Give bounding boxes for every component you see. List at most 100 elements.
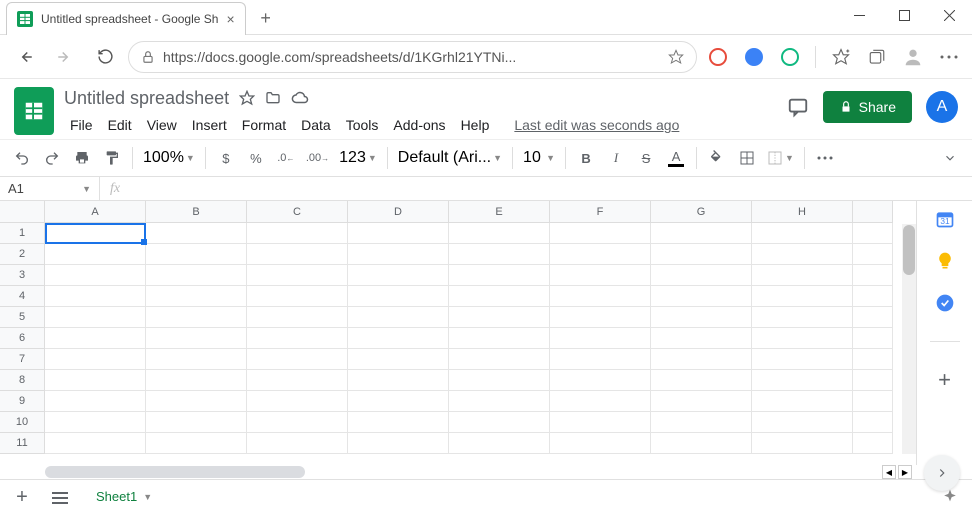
favorite-icon[interactable] [668, 49, 684, 65]
comments-button[interactable] [787, 96, 809, 118]
text-color-button[interactable]: A [662, 144, 690, 172]
cell[interactable] [247, 370, 348, 391]
cell[interactable] [550, 433, 651, 454]
select-all-corner[interactable] [0, 201, 45, 223]
cell[interactable] [853, 391, 893, 412]
side-panel-toggle[interactable] [924, 455, 960, 491]
scroll-right-button[interactable]: ▶ [898, 465, 912, 479]
percent-button[interactable]: % [242, 144, 270, 172]
favorites-button[interactable] [826, 42, 856, 72]
cell[interactable] [146, 370, 247, 391]
nav-forward-button[interactable] [48, 40, 82, 74]
font-size-dropdown[interactable]: 10▼ [519, 149, 559, 167]
bold-button[interactable]: B [572, 144, 600, 172]
account-avatar[interactable]: A [926, 91, 958, 123]
collections-button[interactable] [862, 42, 892, 72]
column-header[interactable]: F [550, 201, 651, 223]
row-header[interactable]: 2 [0, 244, 45, 265]
cell[interactable] [853, 433, 893, 454]
row-header[interactable]: 1 [0, 223, 45, 244]
menu-file[interactable]: File [64, 115, 99, 135]
cell[interactable] [45, 244, 146, 265]
cell[interactable] [550, 412, 651, 433]
cell[interactable] [146, 223, 247, 244]
cell[interactable] [853, 412, 893, 433]
tab-close-icon[interactable]: × [226, 11, 234, 27]
cell[interactable] [348, 370, 449, 391]
menu-addons[interactable]: Add-ons [387, 115, 451, 135]
cell[interactable] [247, 244, 348, 265]
window-maximize-button[interactable] [882, 0, 927, 30]
cell[interactable] [247, 433, 348, 454]
column-header[interactable]: D [348, 201, 449, 223]
cell[interactable] [45, 286, 146, 307]
font-dropdown[interactable]: Default (Ari...▼ [394, 149, 506, 167]
cell[interactable] [651, 265, 752, 286]
row-header[interactable]: 7 [0, 349, 45, 370]
cell[interactable] [247, 286, 348, 307]
redo-button[interactable] [38, 144, 66, 172]
nav-refresh-button[interactable] [88, 40, 122, 74]
cell[interactable] [752, 412, 853, 433]
paint-format-button[interactable] [98, 144, 126, 172]
cell[interactable] [247, 223, 348, 244]
cell[interactable] [853, 349, 893, 370]
fill-color-button[interactable] [703, 144, 731, 172]
row-header[interactable]: 5 [0, 307, 45, 328]
window-close-button[interactable] [927, 0, 972, 30]
decimal-increase-button[interactable]: .00→ [302, 144, 333, 172]
cell[interactable] [853, 328, 893, 349]
vertical-scrollbar[interactable] [902, 224, 916, 454]
cell[interactable] [550, 265, 651, 286]
decimal-decrease-button[interactable]: .0← [272, 144, 300, 172]
more-toolbar-button[interactable] [811, 144, 839, 172]
cell[interactable] [550, 307, 651, 328]
cell[interactable] [550, 286, 651, 307]
address-bar[interactable]: https://docs.google.com/spreadsheets/d/1… [128, 41, 697, 73]
cell[interactable] [348, 391, 449, 412]
cell[interactable] [348, 307, 449, 328]
cell[interactable] [752, 328, 853, 349]
cell[interactable] [45, 328, 146, 349]
cell[interactable] [752, 370, 853, 391]
name-box[interactable]: A1▼ [0, 177, 100, 200]
cell[interactable] [449, 412, 550, 433]
cell[interactable] [449, 370, 550, 391]
cell[interactable] [853, 286, 893, 307]
cell[interactable] [247, 307, 348, 328]
row-header[interactable]: 11 [0, 433, 45, 454]
row-header[interactable]: 8 [0, 370, 45, 391]
cell[interactable] [449, 433, 550, 454]
cell[interactable] [752, 307, 853, 328]
cell[interactable] [449, 328, 550, 349]
nav-back-button[interactable] [8, 40, 42, 74]
cell[interactable] [651, 391, 752, 412]
cell[interactable] [348, 244, 449, 265]
cell[interactable] [348, 286, 449, 307]
keep-addon-icon[interactable] [935, 251, 955, 271]
cell[interactable] [146, 391, 247, 412]
cell[interactable] [651, 307, 752, 328]
cell[interactable] [348, 328, 449, 349]
column-header[interactable]: H [752, 201, 853, 223]
cell[interactable] [550, 244, 651, 265]
column-header[interactable]: E [449, 201, 550, 223]
sheets-logo[interactable] [14, 87, 54, 135]
cell[interactable] [348, 223, 449, 244]
currency-button[interactable]: $ [212, 144, 240, 172]
cell[interactable] [853, 370, 893, 391]
extension-1-icon[interactable] [703, 42, 733, 72]
cell[interactable] [348, 265, 449, 286]
calendar-addon-icon[interactable]: 31 [935, 209, 955, 229]
horizontal-scrollbar[interactable] [45, 466, 305, 478]
cell[interactable] [247, 265, 348, 286]
menu-tools[interactable]: Tools [340, 115, 385, 135]
borders-button[interactable] [733, 144, 761, 172]
cell[interactable] [752, 265, 853, 286]
cell[interactable] [45, 370, 146, 391]
extension-2-icon[interactable] [739, 42, 769, 72]
add-sheet-button[interactable]: + [8, 484, 36, 512]
menu-data[interactable]: Data [295, 115, 337, 135]
merge-cells-button[interactable]: ▼ [763, 150, 798, 166]
cell[interactable] [146, 328, 247, 349]
